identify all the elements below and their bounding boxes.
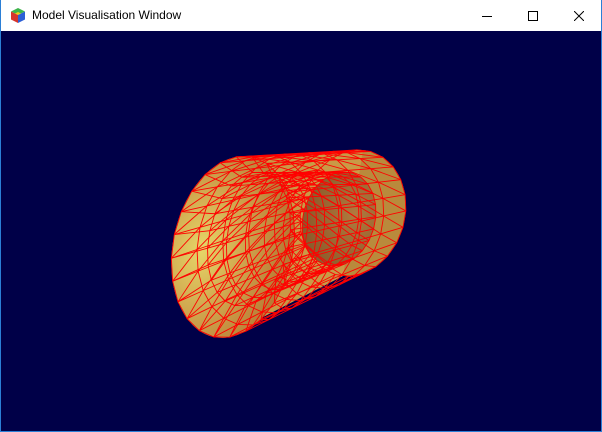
3d-viewport[interactable] [1, 31, 601, 431]
window-title: Model Visualisation Window [32, 8, 182, 22]
close-button[interactable] [556, 0, 602, 31]
close-icon [574, 10, 584, 21]
minimize-icon [482, 15, 492, 17]
model-visualisation-window: Model Visualisation Window [0, 0, 602, 432]
tube-model[interactable] [1, 31, 601, 431]
minimize-button[interactable] [464, 0, 510, 31]
tube-body [171, 149, 407, 338]
title-bar[interactable]: Model Visualisation Window [1, 0, 601, 31]
maximize-icon [528, 10, 538, 21]
app-icon [11, 8, 25, 23]
maximize-button[interactable] [510, 0, 556, 31]
